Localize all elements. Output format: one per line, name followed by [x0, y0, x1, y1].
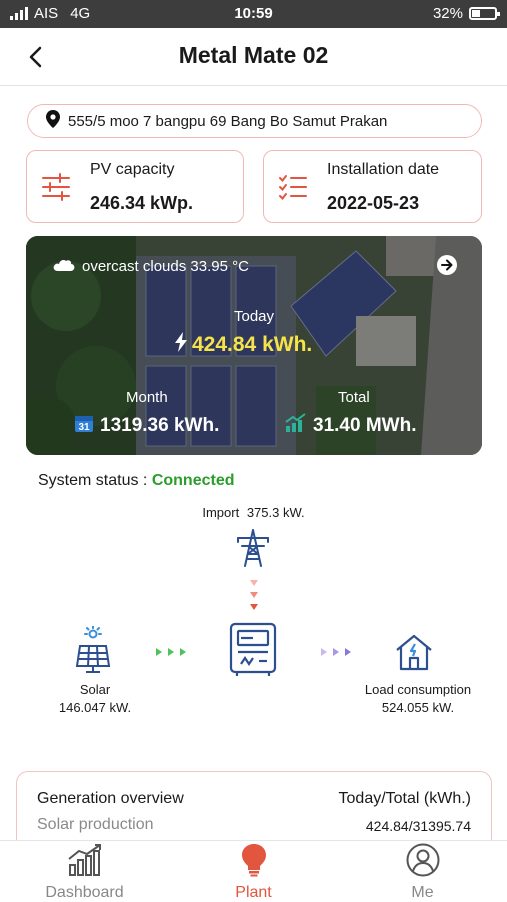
lightning-icon — [174, 332, 188, 358]
system-status: System status : Connected — [38, 472, 235, 490]
month-production: 31 1319.36 kWh. — [74, 413, 219, 439]
battery-icon — [469, 7, 500, 20]
battery-percent: 32% — [432, 5, 463, 22]
calendar-day: 31 — [78, 422, 90, 433]
tab-dashboard[interactable]: Dashboard — [0, 843, 169, 902]
total-production: 31.40 MWh. — [285, 413, 416, 439]
solar-reading: Solar 146.047 kW. — [40, 681, 150, 717]
cloud-icon — [52, 256, 76, 276]
import-value: 375.3 kW. — [246, 505, 305, 520]
installation-date-label: Installation date — [327, 161, 440, 178]
house-icon — [394, 632, 434, 677]
page-title: Metal Mate 02 — [178, 42, 329, 68]
user-icon — [406, 843, 440, 881]
lightbulb-icon — [240, 844, 268, 881]
pv-capacity-card: PV capacity 246.34 kWp. — [26, 150, 244, 223]
address-text: 555/5 moo 7 bangpu 69 Bang Bo Samut Prak… — [68, 112, 388, 130]
solar-panel-icon — [74, 625, 112, 679]
bar-chart-icon — [67, 844, 103, 881]
month-value: 1319.36 kWh. — [100, 415, 220, 436]
pv-capacity-label: PV capacity — [90, 161, 175, 178]
total-label: Total — [338, 389, 370, 406]
import-reading: Import 375.3 kW. — [0, 505, 507, 520]
map-pin-icon — [46, 110, 60, 132]
system-status-label: System status : — [38, 472, 148, 489]
load-label: Load consumption — [364, 682, 472, 697]
today-production: 424.84 kWh. — [174, 332, 312, 358]
tab-me[interactable]: Me — [338, 843, 507, 902]
growth-chart-icon — [285, 413, 307, 439]
overview-column-header: Today/Total (kWh.) — [338, 790, 471, 807]
tab-bar: Dashboard Plant Me — [0, 840, 507, 902]
solar-label: Solar — [79, 682, 111, 697]
load-flow-arrows-icon — [320, 645, 354, 663]
clock: 10:59 — [234, 5, 273, 22]
today-value: 424.84 kWh. — [192, 333, 313, 356]
load-value: 524.055 kW. — [381, 700, 455, 715]
solar-flow-arrows-icon — [155, 645, 189, 663]
today-label: Today — [233, 308, 275, 325]
tab-plant[interactable]: Plant — [169, 843, 338, 902]
solar-production-value: 424.84/31395.74 — [365, 818, 471, 834]
system-status-value: Connected — [151, 472, 235, 489]
installation-date-card: Installation date 2022-05-23 — [263, 150, 482, 223]
solar-value: 146.047 kW. — [58, 700, 132, 715]
overview-title: Generation overview — [37, 790, 184, 807]
status-bar: AIS 4G 10:59 32% — [0, 0, 507, 28]
inverter-meter-icon — [229, 622, 277, 683]
arrow-right-circle-icon[interactable] — [436, 254, 458, 281]
weather-text: overcast clouds 33.95 °C — [82, 257, 249, 275]
load-reading: Load consumption 524.055 kW. — [348, 681, 488, 717]
month-label: Month — [126, 389, 168, 406]
weather: overcast clouds 33.95 °C — [52, 256, 249, 276]
import-flow-arrows-icon — [248, 578, 260, 619]
checklist-icon — [278, 173, 308, 206]
nav-bar: Metal Mate 02 — [0, 28, 507, 86]
pv-capacity-value: 246.34 kWp. — [90, 193, 194, 213]
tab-me-label: Me — [411, 884, 434, 901]
solar-production-label: Solar production — [37, 816, 154, 833]
sliders-icon — [41, 173, 71, 206]
address-pill: 555/5 moo 7 bangpu 69 Bang Bo Samut Prak… — [27, 104, 482, 138]
total-value: 31.40 MWh. — [313, 415, 417, 436]
tab-dashboard-label: Dashboard — [45, 884, 124, 901]
tab-plant-label: Plant — [235, 884, 272, 901]
energy-summary-card[interactable]: overcast clouds 33.95 °C Today 424.84 kW… — [26, 236, 482, 455]
installation-date-value: 2022-05-23 — [327, 193, 420, 213]
power-grid-tower-icon — [234, 528, 272, 573]
calendar-icon: 31 — [74, 413, 94, 439]
import-label: Import — [202, 505, 240, 520]
